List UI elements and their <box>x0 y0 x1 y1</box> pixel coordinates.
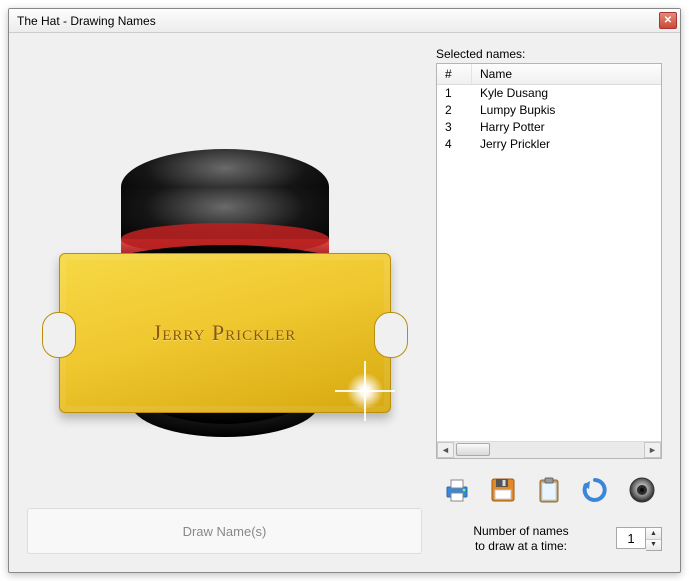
client-area: Jerry Prickler Draw Name(s) Selected nam… <box>9 33 680 572</box>
list-item[interactable]: 1 Kyle Dusang <box>437 85 661 102</box>
draw-count-spinner[interactable]: ▲ ▼ <box>616 527 662 551</box>
clipboard-button[interactable] <box>531 471 568 508</box>
selected-names-heading: Selected names: <box>436 47 662 61</box>
draw-count-label: Number of names to draw at a time: <box>436 524 606 554</box>
app-window: The Hat - Drawing Names ✕ <box>8 8 681 573</box>
printer-icon <box>442 475 472 505</box>
clipboard-icon <box>534 475 564 505</box>
scroll-track[interactable] <box>454 442 644 458</box>
spinner-up-button[interactable]: ▲ <box>646 528 661 540</box>
selected-names-list[interactable]: # Name 1 Kyle Dusang 2 Lumpy Bupkis 3 Ha… <box>436 63 662 459</box>
list-body: 1 Kyle Dusang 2 Lumpy Bupkis 3 Harry Pot… <box>437 85 661 441</box>
refresh-icon <box>580 475 610 505</box>
sparkle-icon <box>344 370 386 412</box>
list-item[interactable]: 4 Jerry Prickler <box>437 136 661 153</box>
left-pane: Jerry Prickler Draw Name(s) <box>27 47 422 554</box>
draw-count-row: Number of names to draw at a time: ▲ ▼ <box>436 524 662 554</box>
toolbar <box>436 471 662 508</box>
illustration-area: Jerry Prickler <box>27 47 422 500</box>
print-button[interactable] <box>438 471 475 508</box>
column-header-name[interactable]: Name <box>472 64 661 84</box>
list-item[interactable]: 2 Lumpy Bupkis <box>437 102 661 119</box>
list-header: # Name <box>437 64 661 85</box>
scroll-right-icon[interactable]: ► <box>644 442 661 458</box>
reshuffle-button[interactable] <box>577 471 614 508</box>
spinner-down-button[interactable]: ▼ <box>646 540 661 551</box>
window-title: The Hat - Drawing Names <box>17 14 156 28</box>
save-button[interactable] <box>484 471 521 508</box>
draw-count-input[interactable] <box>616 527 646 549</box>
speaker-icon <box>627 475 657 505</box>
draw-names-label: Draw Name(s) <box>183 524 267 539</box>
ticket: Jerry Prickler <box>59 253 391 413</box>
spinner-buttons: ▲ ▼ <box>646 527 662 551</box>
list-item[interactable]: 3 Harry Potter <box>437 119 661 136</box>
sound-button[interactable] <box>623 471 660 508</box>
horizontal-scrollbar[interactable]: ◄ ► <box>437 441 661 458</box>
right-pane: Selected names: # Name 1 Kyle Dusang 2 L… <box>436 47 662 554</box>
floppy-disk-icon <box>488 475 518 505</box>
drawn-name: Jerry Prickler <box>153 320 297 346</box>
scroll-thumb[interactable] <box>456 443 490 456</box>
close-button[interactable]: ✕ <box>659 12 677 29</box>
scroll-left-icon[interactable]: ◄ <box>437 442 454 458</box>
close-icon: ✕ <box>664 15 672 26</box>
column-header-number[interactable]: # <box>437 64 472 84</box>
draw-names-button[interactable]: Draw Name(s) <box>27 508 422 554</box>
titlebar: The Hat - Drawing Names ✕ <box>9 9 680 33</box>
